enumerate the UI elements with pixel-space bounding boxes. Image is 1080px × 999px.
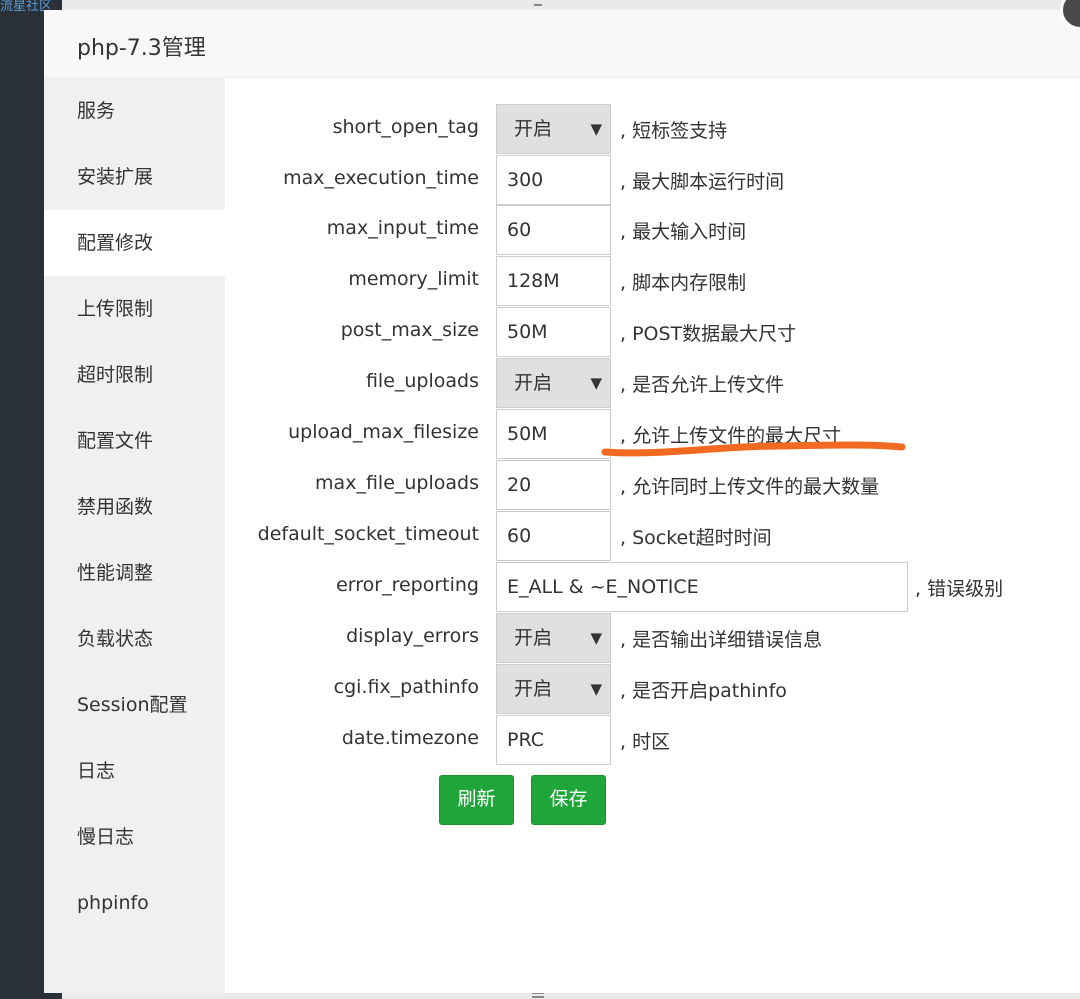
sidebar-item[interactable]: phpinfo [44,870,225,936]
config-input[interactable]: 60 [496,205,611,255]
config-input[interactable]: 128M [496,256,611,306]
config-description: , 是否允许上传文件 [620,374,785,396]
config-key-label: short_open_tag [332,116,479,138]
sidebar-item[interactable]: 性能调整 [44,540,225,606]
annotation-underline [601,441,906,457]
config-input[interactable]: 50M [496,409,611,459]
config-row: max_execution_time 300 , 最大脚本运行时间 [225,155,1080,205]
config-description: , 脚本内存限制 [620,272,747,294]
config-key-label: max_file_uploads [315,472,479,494]
config-key-label: memory_limit [348,268,479,290]
sidebar-item[interactable]: 安装扩展 [44,144,225,210]
config-content: 刷新 保存 short_open_tag 开启 ▼ , 短标签支持 max_execut… [225,78,1080,993]
sidebar-item[interactable]: 超时限制 [44,342,225,408]
config-select[interactable]: 开启 ▼ [496,664,611,714]
config-input[interactable]: 50M [496,307,611,357]
config-key-label: upload_max_filesize [288,421,479,443]
config-input[interactable]: E_ALL & ~E_NOTICE [496,562,908,612]
config-description: , 是否输出详细错误信息 [620,629,823,651]
chevron-down-icon: ▼ [590,374,602,392]
config-row: date.timezone PRC , 时区 [225,715,1080,765]
config-select[interactable]: 开启 ▼ [496,104,611,154]
refresh-button[interactable]: 刷新 [439,775,514,825]
config-row: memory_limit 128M , 脚本内存限制 [225,256,1080,306]
config-description: , 时区 [620,731,671,753]
sidebar-item[interactable]: 日志 [44,738,225,804]
config-key-label: default_socket_timeout [257,523,479,545]
background-top-mark [534,4,542,8]
config-key-label: max_execution_time [283,167,479,189]
config-key-label: display_errors [346,625,479,647]
config-select[interactable]: 开启 ▼ [496,358,611,408]
select-value: 开启 [514,627,553,649]
php-manage-modal: php-7.3管理 服务 安装扩展 配置修改 上传限制 超时限制 配置文件 禁用函数 性能调整… [44,10,1080,993]
config-description: , 最大脚本运行时间 [620,171,785,193]
config-row: default_socket_timeout 60 , Socket超时时间 [225,511,1080,561]
modal-sidebar: 服务 安装扩展 配置修改 上传限制 超时限制 配置文件 禁用函数 性能调整 负载状态 Sessio… [44,78,225,993]
sidebar-item[interactable]: 配置修改 [44,210,225,276]
config-input[interactable]: PRC [496,715,611,765]
modal-title: php-7.3管理 [77,36,206,61]
config-input[interactable]: 20 [496,460,611,510]
sidebar-item[interactable]: 禁用函数 [44,474,225,540]
config-row: file_uploads 开启 ▼ , 是否允许上传文件 [225,358,1080,408]
chevron-down-icon: ▼ [590,120,602,138]
config-input[interactable]: 60 [496,511,611,561]
select-value: 开启 [514,118,553,140]
config-key-label: file_uploads [365,370,479,392]
sidebar-item[interactable]: 配置文件 [44,408,225,474]
select-value: 开启 [514,678,553,700]
config-description: , 是否开启pathinfo [620,680,787,702]
config-row: post_max_size 50M , POST数据最大尺寸 [225,307,1080,357]
config-description: , 允许同时上传文件的最大数量 [620,476,880,498]
save-button[interactable]: 保存 [531,775,606,825]
select-value: 开启 [514,372,553,394]
sidebar-item[interactable]: 服务 [44,78,225,144]
config-row: max_input_time 60 , 最大输入时间 [225,205,1080,255]
chevron-down-icon: ▼ [590,629,602,647]
config-description: , 错误级别 [915,578,1004,600]
config-description: , 短标签支持 [620,120,728,142]
config-row: error_reporting E_ALL & ~E_NOTICE , 错误级别 [225,562,1080,612]
config-row: short_open_tag 开启 ▼ , 短标签支持 [225,104,1080,154]
config-input[interactable]: 300 [496,155,611,205]
config-row: display_errors 开启 ▼ , 是否输出详细错误信息 [225,613,1080,663]
config-key-label: date.timezone [341,727,479,749]
config-description: , Socket超时时间 [620,527,772,549]
config-description: , POST数据最大尺寸 [620,323,797,345]
sidebar-item[interactable]: 负载状态 [44,606,225,672]
config-key-label: error_reporting [336,574,479,596]
sidebar-item[interactable]: 上传限制 [44,276,225,342]
config-row: cgi.fix_pathinfo 开启 ▼ , 是否开启pathinfo [225,664,1080,714]
config-key-label: cgi.fix_pathinfo [333,676,479,698]
config-description: , 最大输入时间 [620,221,747,243]
config-select[interactable]: 开启 ▼ [496,613,611,663]
sidebar-item[interactable]: Session配置 [44,672,225,738]
config-key-label: max_input_time [326,217,479,239]
config-key-label: post_max_size [340,319,479,341]
modal-header: php-7.3管理 [44,10,1080,78]
config-row: max_file_uploads 20 , 允许同时上传文件的最大数量 [225,460,1080,510]
sidebar-item[interactable]: 慢日志 [44,804,225,870]
chevron-down-icon: ▼ [590,680,602,698]
